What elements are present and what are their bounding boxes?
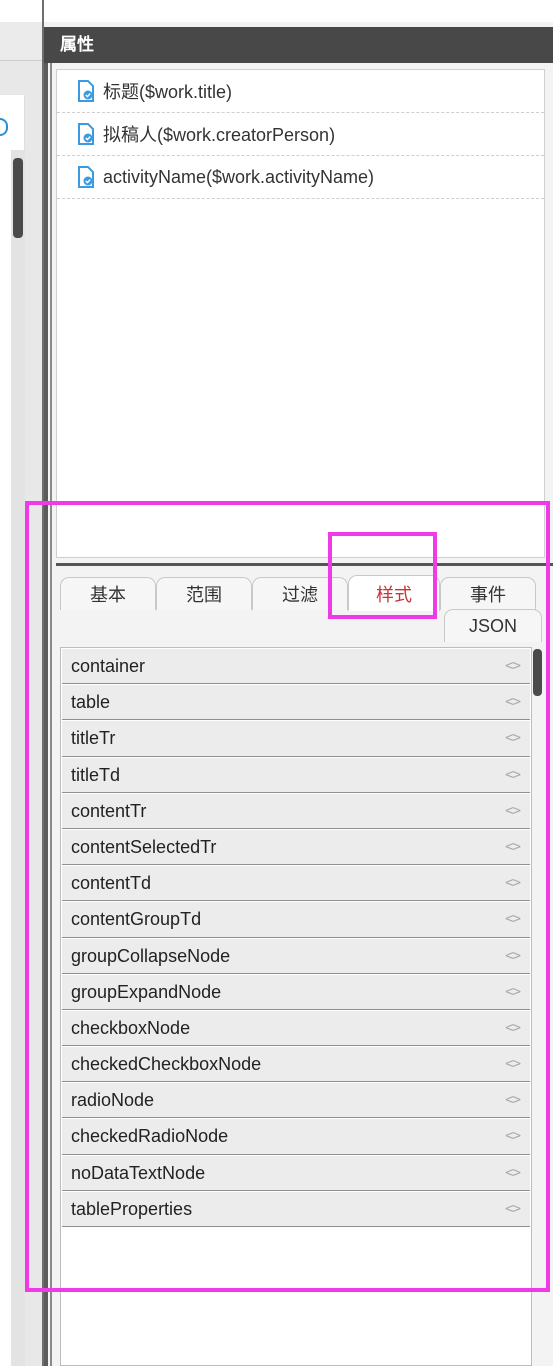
field-label: 拟稿人($work.creatorPerson) [103,125,336,145]
panel-divider[interactable] [56,563,553,566]
style-item-label: contentSelectedTr [71,836,217,857]
style-item-label: groupCollapseNode [71,945,231,966]
style-item-label: contentTr [71,800,147,821]
style-list-scrollbar[interactable] [532,647,545,1366]
property-tabs: 基本 范围 过滤 样式 事件 JSON [56,571,545,642]
style-item-table[interactable]: table <> [62,685,530,721]
style-item-label: checkedRadioNode [71,1126,229,1147]
style-item-label: radioNode [71,1090,155,1111]
style-item-tableProperties[interactable]: tableProperties <> [62,1191,530,1227]
style-item-checkedRadioNode[interactable]: checkedRadioNode <> [62,1119,530,1155]
field-label: activityName($work.activityName) [103,166,375,187]
style-item-label: checkboxNode [71,1017,191,1038]
code-brackets-icon[interactable]: <> [505,1119,521,1154]
style-item-label: titleTd [71,764,121,785]
style-item-checkedCheckboxNode[interactable]: checkedCheckboxNode <> [62,1047,530,1083]
code-brackets-icon[interactable]: <> [505,649,521,684]
document-check-icon [77,80,95,102]
style-item-container[interactable]: container <> [62,649,530,685]
style-item-label: contentTd [71,873,152,894]
style-item-label: contentGroupTd [71,909,202,930]
field-list: 标题($work.title) 拟稿人($work.creatorPerson)… [56,69,545,558]
editor-scrollbar-thumb[interactable] [13,158,23,238]
form-editor-area [0,0,42,1366]
style-item-groupExpandNode[interactable]: groupExpandNode <> [62,974,530,1010]
code-brackets-icon[interactable]: <> [505,866,521,901]
style-item-label: checkedCheckboxNode [71,1054,262,1075]
document-check-icon [77,166,95,188]
code-brackets-icon[interactable]: <> [505,1192,521,1227]
code-brackets-icon[interactable]: <> [505,758,521,793]
code-brackets-icon[interactable]: <> [505,1011,521,1046]
document-check-icon [77,123,95,145]
style-item-label: table [71,692,111,713]
code-brackets-icon[interactable]: <> [505,975,521,1010]
editor-tab-strip [0,22,42,61]
style-item-contentGroupTd[interactable]: contentGroupTd <> [62,902,530,938]
style-item-titleTr[interactable]: titleTr <> [62,721,530,757]
tab-style[interactable]: 样式 [348,575,440,611]
editor-scrollbar[interactable] [11,150,25,1366]
code-brackets-icon[interactable]: <> [505,721,521,756]
code-brackets-icon[interactable]: <> [505,794,521,829]
tab-events[interactable]: 事件 [440,577,536,610]
property-panel: 属性 标题($work.title) 拟稿人($work.creatorPers… [44,22,553,1366]
style-list-scrollbar-thumb[interactable] [533,649,542,696]
style-item-titleTd[interactable]: titleTd <> [62,757,530,793]
style-item-label: titleTr [71,728,116,749]
field-label: 标题($work.title) [103,82,233,102]
field-item-creator[interactable]: 拟稿人($work.creatorPerson) [57,113,544,156]
tab-scope[interactable]: 范围 [156,577,252,610]
field-item-title[interactable]: 标题($work.title) [57,70,544,113]
style-item-label: noDataTextNode [71,1162,206,1183]
style-item-noDataTextNode[interactable]: noDataTextNode <> [62,1155,530,1191]
code-brackets-icon[interactable]: <> [505,1047,521,1082]
style-item-contentSelectedTr[interactable]: contentSelectedTr <> [62,829,530,866]
code-brackets-icon[interactable]: <> [505,902,521,937]
style-item-contentTr[interactable]: contentTr <> [62,793,530,829]
tab-basic[interactable]: 基本 [60,577,156,610]
tab-filter[interactable]: 过滤 [252,577,348,610]
code-brackets-icon[interactable]: <> [505,1083,521,1118]
code-brackets-icon[interactable]: <> [505,685,521,720]
style-item-label: container [71,656,146,676]
style-item-contentTd[interactable]: contentTd <> [62,866,530,902]
property-panel-title: 属性 [44,27,553,63]
code-brackets-icon[interactable]: <> [505,939,521,974]
style-item-label: tableProperties [71,1198,193,1219]
style-property-list: container <> table <> titleTr <> titleTd <> cont… [60,647,532,1366]
style-item-groupCollapseNode[interactable]: groupCollapseNode <> [62,938,530,974]
style-item-label: groupExpandNode [71,981,222,1002]
tab-json[interactable]: JSON [444,609,542,642]
style-item-radioNode[interactable]: radioNode <> [62,1083,530,1119]
code-brackets-icon[interactable]: <> [505,1156,521,1191]
style-item-checkboxNode[interactable]: checkboxNode <> [62,1010,530,1047]
code-brackets-icon[interactable]: <> [505,830,521,865]
field-item-activity-name[interactable]: activityName($work.activityName) [57,156,544,199]
